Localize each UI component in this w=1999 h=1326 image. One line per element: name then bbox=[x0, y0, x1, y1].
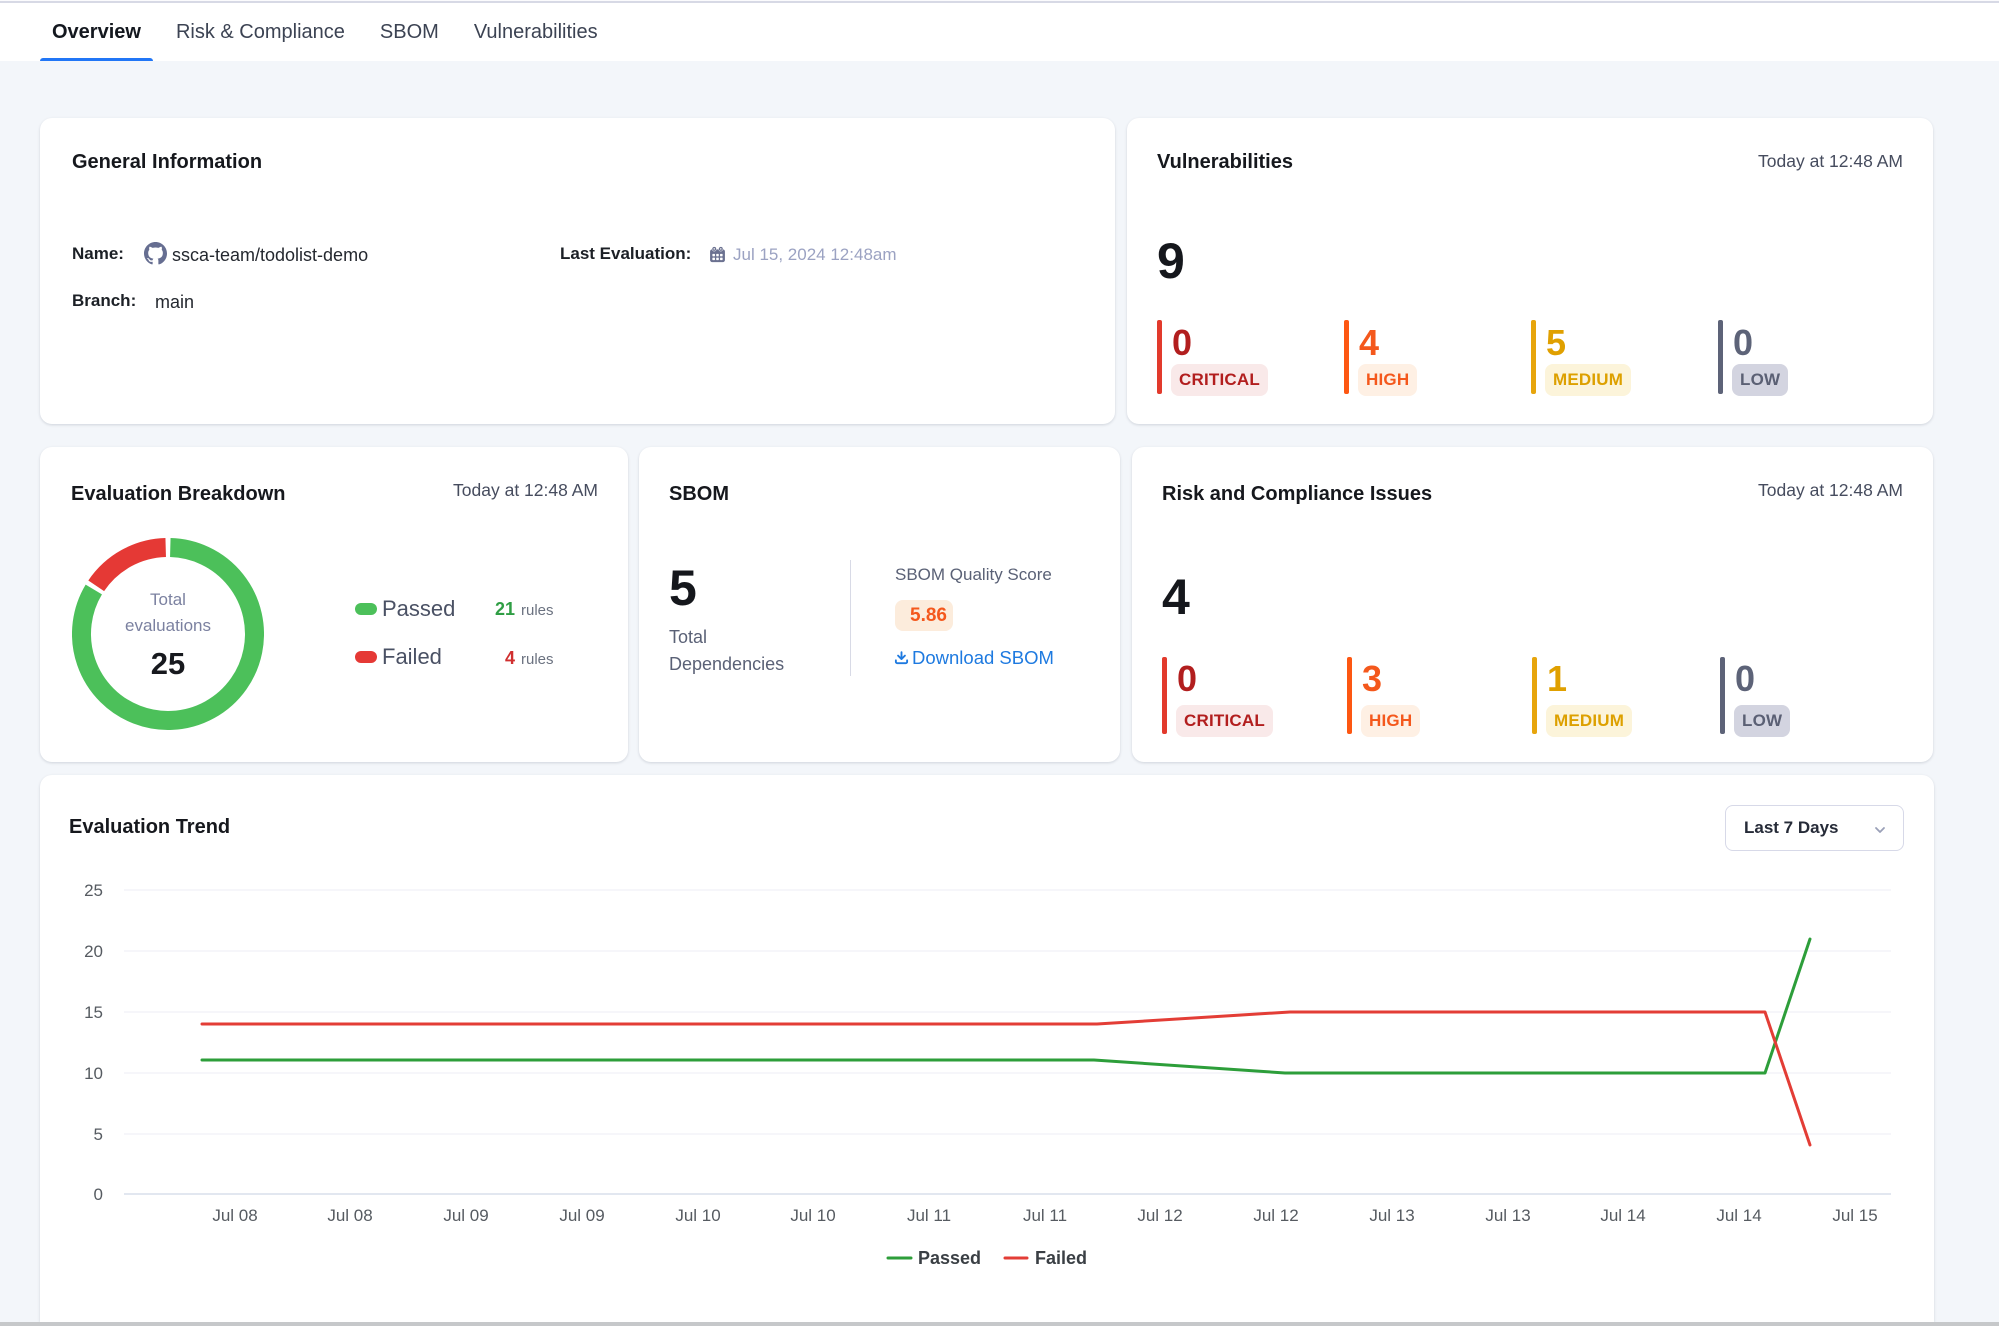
svg-text:0: 0 bbox=[94, 1185, 103, 1204]
svg-text:Passed: Passed bbox=[918, 1248, 981, 1268]
svg-text:25: 25 bbox=[84, 881, 103, 900]
svg-text:10: 10 bbox=[84, 1064, 103, 1083]
svg-text:15: 15 bbox=[84, 1003, 103, 1022]
svg-text:Jul 09: Jul 09 bbox=[443, 1206, 488, 1225]
svg-text:Jul 09: Jul 09 bbox=[559, 1206, 604, 1225]
svg-text:Jul 14: Jul 14 bbox=[1716, 1206, 1761, 1225]
svg-text:Jul 11: Jul 11 bbox=[907, 1206, 951, 1225]
svg-text:Jul 15: Jul 15 bbox=[1832, 1206, 1877, 1225]
svg-text:Jul 11: Jul 11 bbox=[1023, 1206, 1067, 1225]
svg-text:Jul 13: Jul 13 bbox=[1485, 1206, 1530, 1225]
svg-text:Failed: Failed bbox=[1035, 1248, 1087, 1268]
svg-text:Jul 12: Jul 12 bbox=[1253, 1206, 1298, 1225]
svg-text:Jul 08: Jul 08 bbox=[212, 1206, 257, 1225]
svg-text:Jul 08: Jul 08 bbox=[327, 1206, 372, 1225]
svg-text:5: 5 bbox=[94, 1125, 103, 1144]
svg-text:20: 20 bbox=[84, 942, 103, 961]
svg-text:Jul 14: Jul 14 bbox=[1600, 1206, 1645, 1225]
svg-text:Jul 12: Jul 12 bbox=[1137, 1206, 1182, 1225]
svg-text:Jul 13: Jul 13 bbox=[1369, 1206, 1414, 1225]
svg-text:Jul 10: Jul 10 bbox=[790, 1206, 835, 1225]
svg-text:Jul 10: Jul 10 bbox=[675, 1206, 720, 1225]
